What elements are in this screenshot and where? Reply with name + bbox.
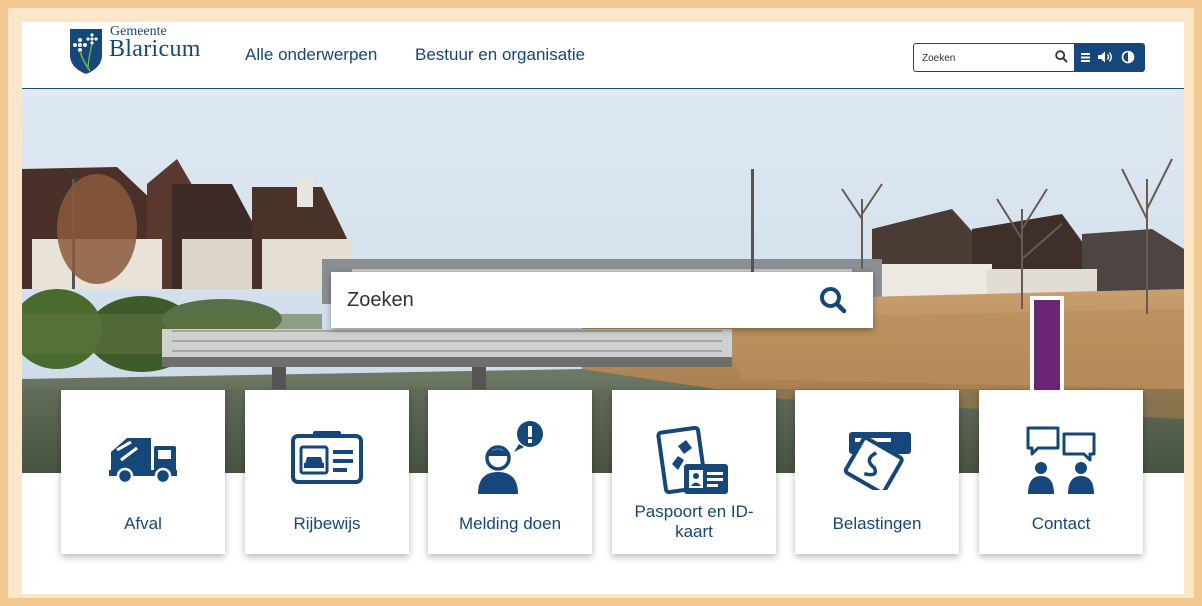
tile-label: Melding doen xyxy=(458,514,562,533)
search-icon[interactable] xyxy=(819,286,847,314)
menu-icon[interactable] xyxy=(1081,50,1091,69)
passport-id-icon xyxy=(656,426,728,495)
header-search-box xyxy=(913,43,1075,72)
tile-label: Contact xyxy=(1031,514,1091,533)
tile-label: Afval xyxy=(124,514,162,533)
tile-afval[interactable]: Afval xyxy=(61,390,225,554)
nav-link-bestuur[interactable]: Bestuur en organisatie xyxy=(415,45,585,65)
person-alert-icon xyxy=(478,421,543,494)
contact-people-icon xyxy=(1026,426,1096,494)
brand-name[interactable]: Blaricum xyxy=(109,36,201,63)
site-header: Gemeente Blaricum Alle onderwerpen Bestu… xyxy=(22,22,1184,89)
blaricum-logo[interactable] xyxy=(68,27,104,75)
garbage-truck-icon xyxy=(109,438,177,485)
hero-search-box xyxy=(331,272,873,328)
nav-link-alle-onderwerpen[interactable]: Alle onderwerpen xyxy=(245,45,377,65)
header-search-input[interactable] xyxy=(920,48,1048,69)
tile-contact[interactable]: Contact xyxy=(979,390,1143,554)
tile-label: Rijbewijs xyxy=(293,514,361,533)
drivers-license-icon xyxy=(291,431,363,484)
tax-card-icon xyxy=(843,432,911,490)
speaker-icon[interactable] xyxy=(1097,50,1115,69)
tile-rijbewijs[interactable]: Rijbewijs xyxy=(245,390,409,554)
contrast-icon[interactable] xyxy=(1121,50,1135,69)
tile-melding-doen[interactable]: Melding doen xyxy=(428,390,592,554)
tile-label: Paspoort en ID-kaart xyxy=(634,502,754,541)
search-icon[interactable] xyxy=(1055,50,1068,63)
accessibility-toolbar xyxy=(1075,43,1145,72)
hero-search-input[interactable] xyxy=(345,284,789,316)
tile-paspoort-id[interactable]: Paspoort en ID-kaart xyxy=(612,390,776,554)
website-page: Gemeente Blaricum Alle onderwerpen Bestu… xyxy=(22,22,1184,594)
tile-label: Belastingen xyxy=(832,514,922,533)
tile-belastingen[interactable]: Belastingen xyxy=(795,390,959,554)
